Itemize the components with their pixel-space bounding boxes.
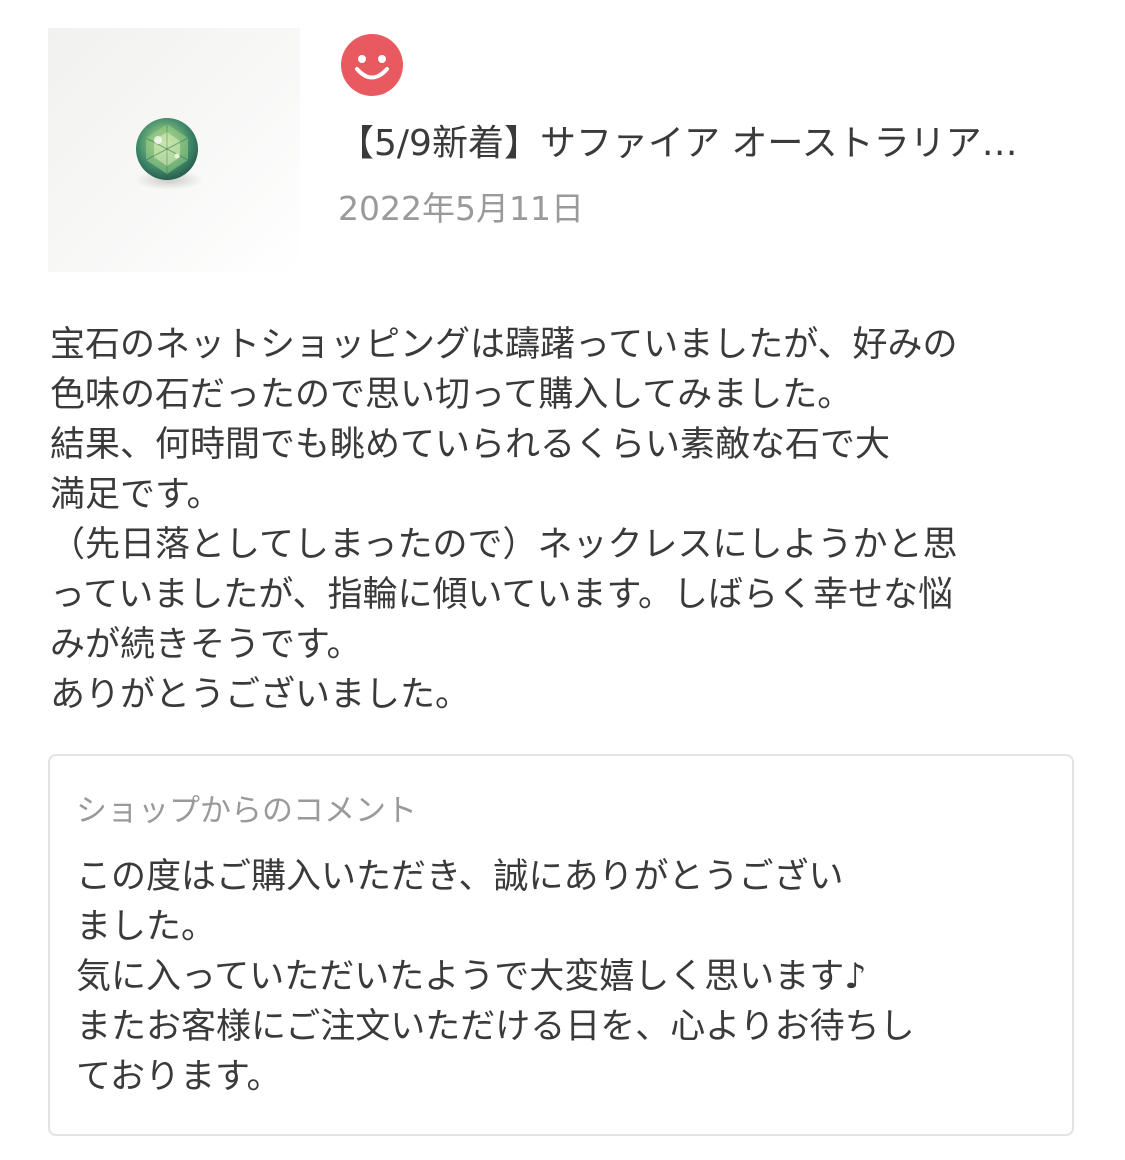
shop-comment-body: この度はご購入いただき、誠にありがとうござい ました。 気に入っていただいたよう… bbox=[76, 852, 1036, 1102]
review-body: 宝石のネットショッピングは躊躇っていましたが、好みの 色味の石だったので思い切っ… bbox=[50, 320, 1080, 720]
review-text-line: 宝石のネットショッピングは躊躇っていましたが、好みの bbox=[50, 325, 958, 365]
shop-comment-line: この度はご購入いただき、誠にありがとうござい bbox=[76, 857, 844, 897]
shop-comment-line: ました。 bbox=[76, 907, 217, 947]
smiley-face-icon bbox=[341, 34, 403, 96]
review-text-line: 満足です。 bbox=[50, 475, 222, 515]
product-title[interactable]: 【5/9新着】サファイア オーストラリア産… bbox=[338, 118, 1050, 170]
shop-comment-line: ております。 bbox=[76, 1057, 282, 1097]
review-text-line: （先日落としてしまったので）ネックレスにしようかと思 bbox=[50, 525, 958, 565]
review-text-line: っていましたが、指輪に傾いています。しばらく幸せな悩 bbox=[50, 575, 954, 615]
review-text-line: 結果、何時間でも眺めていられるくらい素敵な石で大 bbox=[50, 425, 891, 465]
review-text-line: みが続きそうです。 bbox=[50, 625, 362, 665]
review-date: 2022年5月11日 bbox=[338, 189, 584, 228]
shop-comment-line: またお客様にご注文いただける日を、心よりお待ちし bbox=[76, 1007, 915, 1047]
shop-comment-box: ショップからのコメント この度はご購入いただき、誠にありがとうござい ました。 … bbox=[48, 754, 1074, 1136]
shop-comment-title: ショップからのコメント bbox=[76, 793, 417, 829]
shop-comment-line: 気に入っていただいたようで大変嬉しく思います♪ bbox=[76, 957, 867, 997]
gem-image bbox=[135, 118, 203, 190]
review-text-line: ありがとうございました。 bbox=[50, 675, 471, 715]
product-thumbnail[interactable] bbox=[48, 28, 300, 272]
review-text-line: 色味の石だったので思い切って購入してみました。 bbox=[50, 375, 853, 415]
